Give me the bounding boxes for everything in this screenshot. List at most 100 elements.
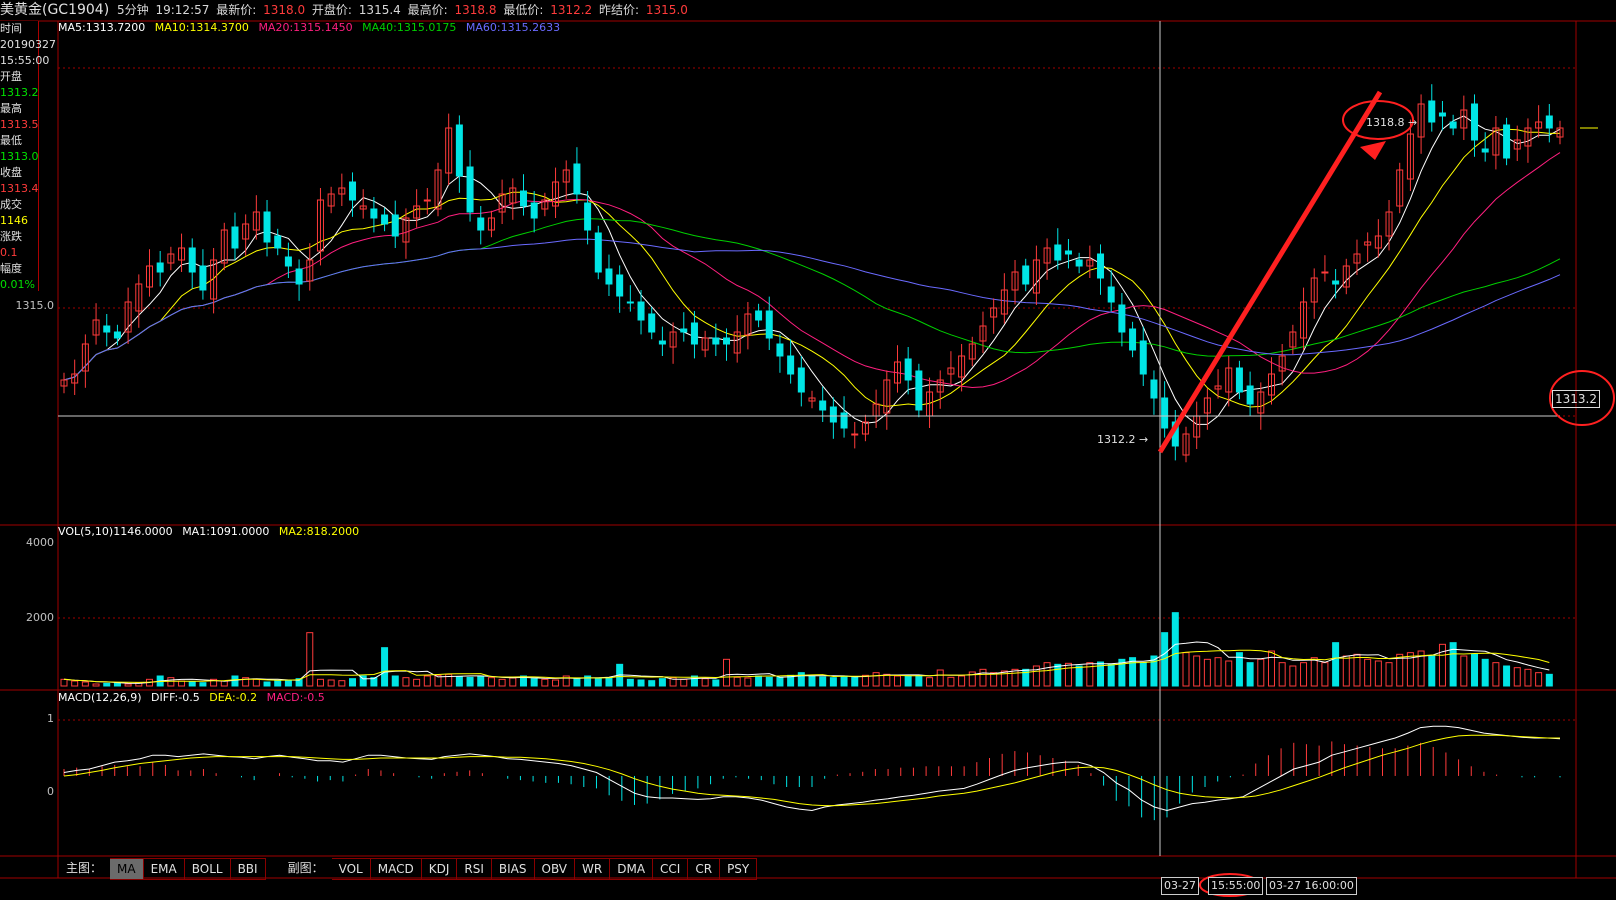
volume-bar [455,676,463,687]
info-open-label: 开盘 [0,70,22,83]
tab-vol[interactable]: VOL [331,858,371,880]
candle-body [231,226,239,249]
tab-bbi[interactable]: BBI [230,858,266,880]
tab-obv[interactable]: OBV [534,858,576,880]
volume-bar [1225,660,1233,687]
ma40-legend: MA40:1315.0175 [362,21,457,34]
tab-boll[interactable]: BOLL [184,858,231,880]
candle-body [648,313,656,333]
candle-body [188,247,196,273]
volume-bar [1332,642,1340,687]
candle-body [423,199,431,202]
info-volume-label: 成交 [0,198,22,211]
candle-body [1139,340,1147,375]
volume-bar [391,675,399,687]
low-label: 最低价: [503,3,544,17]
ma10-legend: MA10:1314.3700 [154,21,249,34]
tab-rsi[interactable]: RSI [457,858,492,880]
candle-body [616,274,624,297]
candle-body [819,400,827,411]
volume-bar [1300,662,1308,687]
info-volume: 1146 [0,214,28,227]
indicator-tab-bar: 主图： MA EMA BOLL BBI 副图： VOL MACD KDJ RSI… [58,858,758,880]
candle-body [637,301,645,321]
tab-macd[interactable]: MACD [370,858,422,880]
volume-bar [1396,653,1404,687]
volume-bar [92,683,100,687]
macd-plot [63,725,1561,821]
high-marker: 1318.8 → [1366,116,1418,129]
volume-bar [1011,668,1019,687]
tab-wr[interactable]: WR [575,858,611,880]
candle-body [829,406,837,423]
volume-bar [1342,655,1350,687]
tab-ema[interactable]: EMA [143,858,185,880]
tab-cr[interactable]: CR [688,858,721,880]
volume-bar [199,682,207,687]
candle-body [455,124,463,177]
volume-bar [1171,612,1179,687]
price-axis-label: 1315.0 [15,299,55,312]
info-change-label: 涨跌 [0,230,22,243]
tab-cci[interactable]: CCI [653,858,689,880]
volume-bar [381,647,389,687]
candle-body [477,217,485,231]
chart-canvas[interactable] [0,0,1616,900]
info-low-label: 最低 [0,134,22,147]
volume-bar [1267,650,1275,687]
volume-bar [220,680,228,687]
low-marker: 1312.2 → [1097,433,1149,446]
volume-bar [958,675,966,687]
latest-label: 最新价: [216,3,257,17]
info-high-label: 最高 [0,102,22,115]
info-close-label: 收盘 [0,166,22,179]
volume-bar [1535,672,1543,687]
volume-bar [1257,658,1265,687]
tab-bias[interactable]: BIAS [491,858,535,880]
volume-bar [1203,658,1211,687]
tab-dma[interactable]: DMA [610,858,654,880]
volume-bar [936,669,944,687]
candle-body [1054,244,1062,261]
candle-body [295,268,303,285]
info-pct: 0.01% [0,278,35,291]
info-close: 1313.4 [0,182,39,195]
candle-body [851,433,859,436]
candle-body [1107,286,1115,303]
candle-body [1449,121,1457,129]
volume-bar [1481,658,1489,687]
symbol-name: 美黄金(GC1904) [0,2,110,18]
volume-bar [648,680,656,687]
volume-bar [712,679,720,687]
candle-body [1321,271,1329,274]
candle-body [573,163,581,195]
volume-bar [658,678,666,687]
low-marker-value: 1312.2 [1097,433,1136,446]
volume-bar [733,676,741,687]
volume-bar [1374,660,1382,687]
volume-bar [103,682,111,687]
candle-body [765,310,773,339]
candle-body [605,268,613,285]
tab-kdj[interactable]: KDJ [421,858,458,880]
candle-body [1503,124,1511,159]
tab-ma[interactable]: MA [110,858,144,880]
volume-bar [1278,662,1286,687]
volume-bar [306,632,314,687]
volume-bar [680,678,688,687]
volume-bar [402,677,410,687]
tab-psy[interactable]: PSY [720,858,758,880]
ma-legend: MA5:1313.7200 MA10:1314.3700 MA20:1315.1… [58,21,566,34]
candle-body [156,262,164,273]
volume-bar [926,677,934,687]
candle-body [915,370,923,411]
volume-bar [1364,658,1372,687]
macd-legend-value: MACD:-0.5 [266,691,325,704]
volume-bar [81,681,89,687]
volume-bar [552,679,560,687]
volume-bar [1524,668,1532,687]
candle-body [381,214,389,225]
volume-bar [1246,662,1254,687]
info-high: 1313.5 [0,118,39,131]
vol-legend-ma1: MA1:1091.0000 [182,525,270,538]
